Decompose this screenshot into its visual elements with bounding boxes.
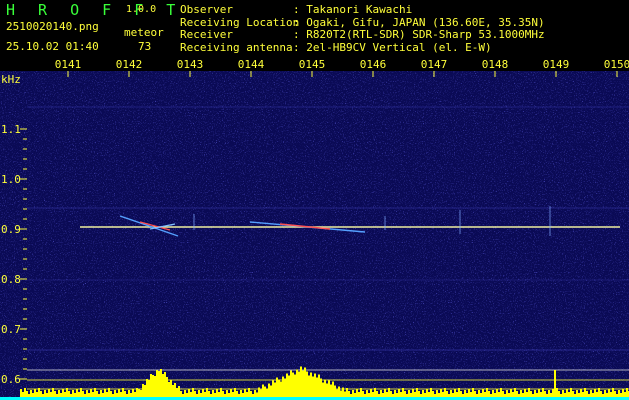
spectrum-bar [166,377,168,400]
time-tick-label: 0146 [360,58,387,71]
spectrum-bar [300,366,302,400]
capture-timestamp: 25.10.02 01:40 [6,40,99,53]
spectrum-bar [150,374,152,400]
time-tick-label: 0150 [604,58,629,71]
spectrum-bar [302,370,304,400]
spectrum-bar [290,370,292,400]
header-panel: H R O F F T 1.0.0 2510020140.png 25.10.0… [0,0,629,58]
spectrum-bar [318,374,320,400]
freq-tick-label: 0.8 [1,273,21,286]
spectrum-bar [160,369,162,400]
freq-tick-label: 1.1 [1,123,21,136]
spectrum-bar [312,376,314,400]
time-tick-label: 0149 [543,58,570,71]
time-tick-label: 0145 [299,58,326,71]
spectrogram-svg: 0141 0142 0143 0144 0145 0146 0147 0148 0149 0150… [0,58,629,400]
spectrum-bar [158,371,160,400]
freq-unit-label: kHz [1,73,21,86]
spectrum-bar [154,376,156,400]
spectrum-bar [294,374,296,400]
freq-tick-label: 0.7 [1,323,21,336]
spectrum-bar [146,379,148,400]
event-type-label: meteor [124,26,164,39]
freq-tick-label: 0.6 [1,373,21,386]
spectrum-bar [162,374,164,400]
spectrum-bar [288,375,290,400]
info-antenna: Receiving antenna: 2el-HB9CV Vertical (e… [180,40,492,54]
freq-tick-label: 0.9 [1,223,21,236]
spectrum-bar [308,375,310,400]
time-tick-label: 0147 [421,58,448,71]
event-count: 73 [138,40,152,53]
spectrum-bar [314,373,316,400]
spectrum-bar [152,375,154,400]
spectrum-bar [286,373,288,400]
spectrum-bar [284,378,286,400]
spectrum-bar [278,379,280,400]
spectrum-bar [276,377,278,400]
spectrum-bar [164,372,166,400]
waterfall-noise [0,71,629,400]
time-tick-label: 0142 [116,58,143,71]
freq-tick-label: 1.0 [1,173,21,186]
spectrum-bar [306,371,308,400]
time-tick-label: 0143 [177,58,204,71]
app-version: 1.0.0 [126,4,157,15]
spectrum-bar [156,370,158,400]
spectrum-bar [304,367,306,400]
spectrum-bar [282,376,284,400]
spectrum-bar [554,370,556,400]
spectrum-bar [320,378,322,400]
spectrum-bar [324,379,326,400]
time-tick-label: 0141 [55,58,82,71]
spectrogram-panel: 0141 0142 0143 0144 0145 0146 0147 0148 0149 0150… [0,58,629,400]
time-tick-label: 0144 [238,58,265,71]
spectrum-bar [296,369,298,400]
time-tick-label: 0148 [482,58,509,71]
capture-filename: 2510020140.png [6,20,99,33]
spectrum-bar [316,377,318,400]
spectrum-bar [298,371,300,400]
station-info: Observer: Takanori Kawachi Receiving Loc… [180,3,545,54]
spectrum-bar [292,372,294,400]
spectrum-bar [310,372,312,400]
